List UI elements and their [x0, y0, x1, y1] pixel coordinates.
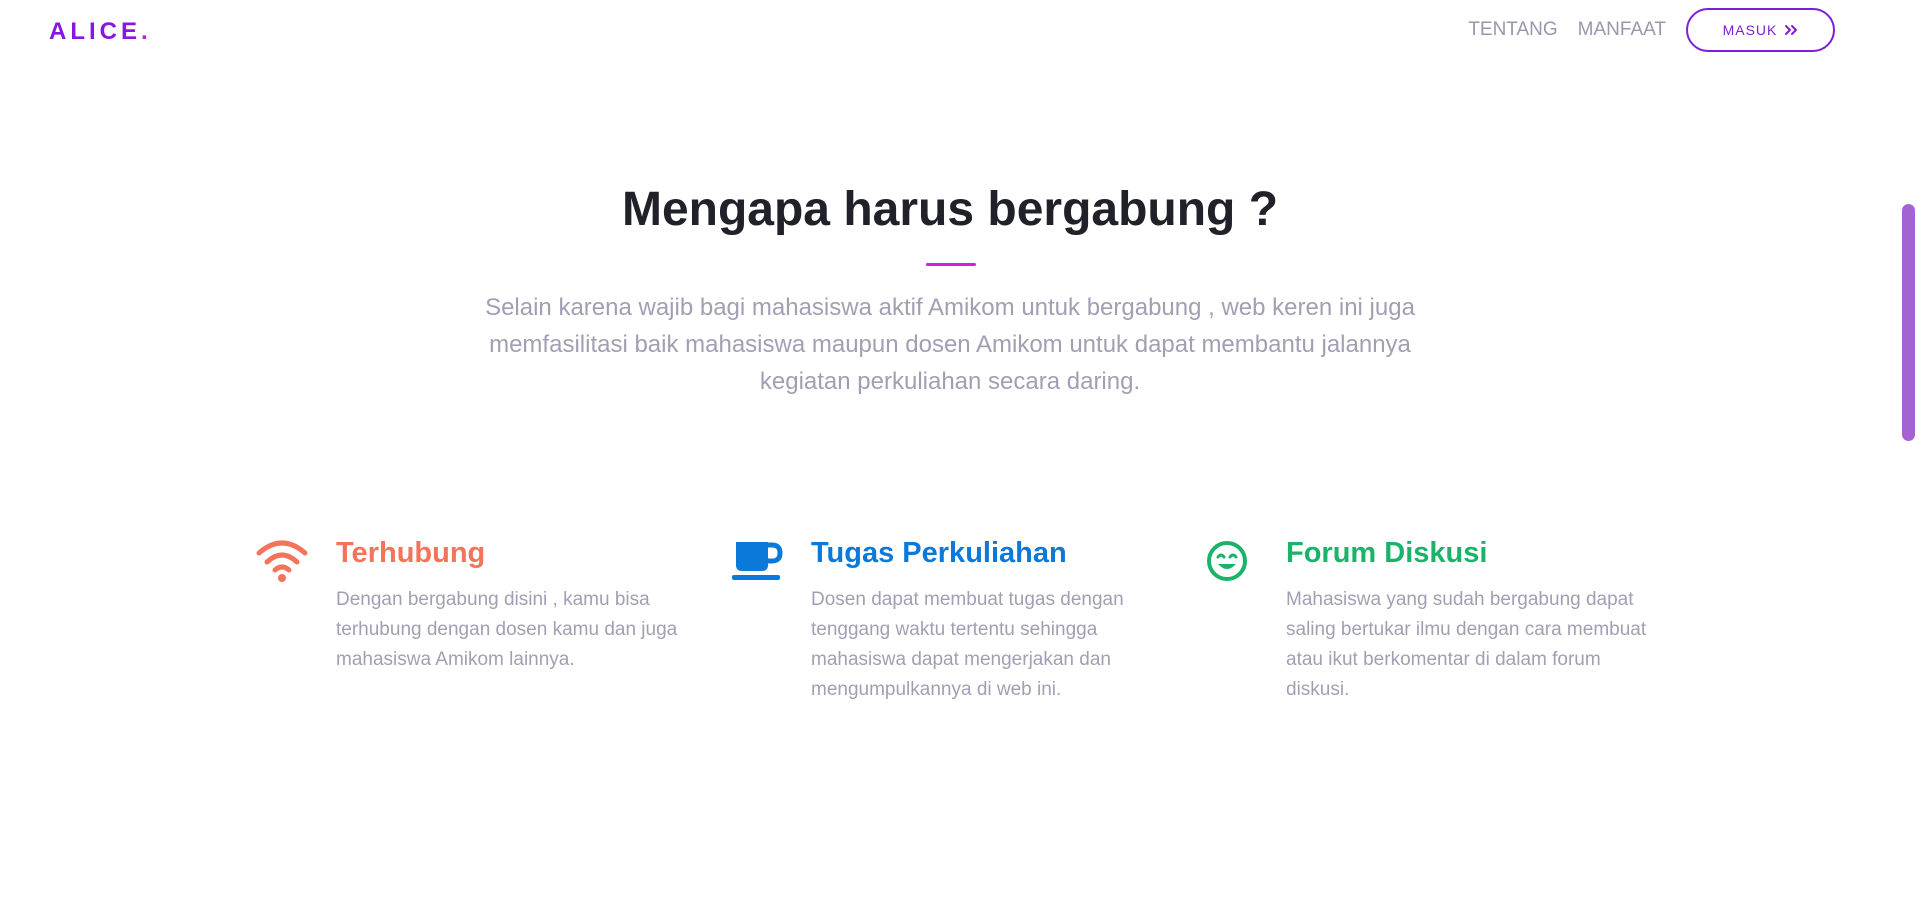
title-divider — [926, 263, 976, 266]
feature-description: Dengan bergabung disini , kamu bisa terh… — [336, 589, 678, 670]
double-chevron-right-icon — [1785, 25, 1798, 35]
scrollbar[interactable] — [1900, 0, 1917, 900]
coffee-cup-icon — [732, 542, 783, 580]
brand-logo[interactable]: ALICE. — [49, 18, 148, 46]
nav-links: TENTANG MANFAAT MASUK — [1468, 8, 1835, 52]
feature-title: Terhubung — [336, 537, 486, 569]
feature-description: Mahasiswa yang sudah bergabung dapat sal… — [1286, 589, 1647, 700]
feature-description: Dosen dapat membuat tugas dengan tenggan… — [811, 589, 1124, 700]
section-title: Mengapa harus bergabung ? — [621, 183, 1279, 236]
section-description: Selain karena wajib bagi mahasiswa aktif… — [485, 294, 1415, 395]
feature-title: Tugas Perkuliahan — [811, 537, 1067, 569]
nav-link-manfaat[interactable]: MANFAAT — [1578, 19, 1666, 41]
brand-dot: . — [141, 18, 148, 45]
wifi-icon — [256, 540, 308, 582]
masuk-button[interactable]: MASUK — [1686, 8, 1835, 52]
scrollbar-thumb[interactable] — [1902, 204, 1915, 441]
feature-title: Forum Diskusi — [1286, 537, 1488, 569]
navbar: ALICE. TENTANG MANFAAT MASUK — [0, 0, 1900, 60]
brand-name: ALICE — [49, 18, 141, 45]
masuk-button-label: MASUK — [1722, 22, 1778, 38]
nav-link-tentang[interactable]: TENTANG — [1468, 19, 1557, 41]
smiley-icon — [1207, 541, 1247, 581]
